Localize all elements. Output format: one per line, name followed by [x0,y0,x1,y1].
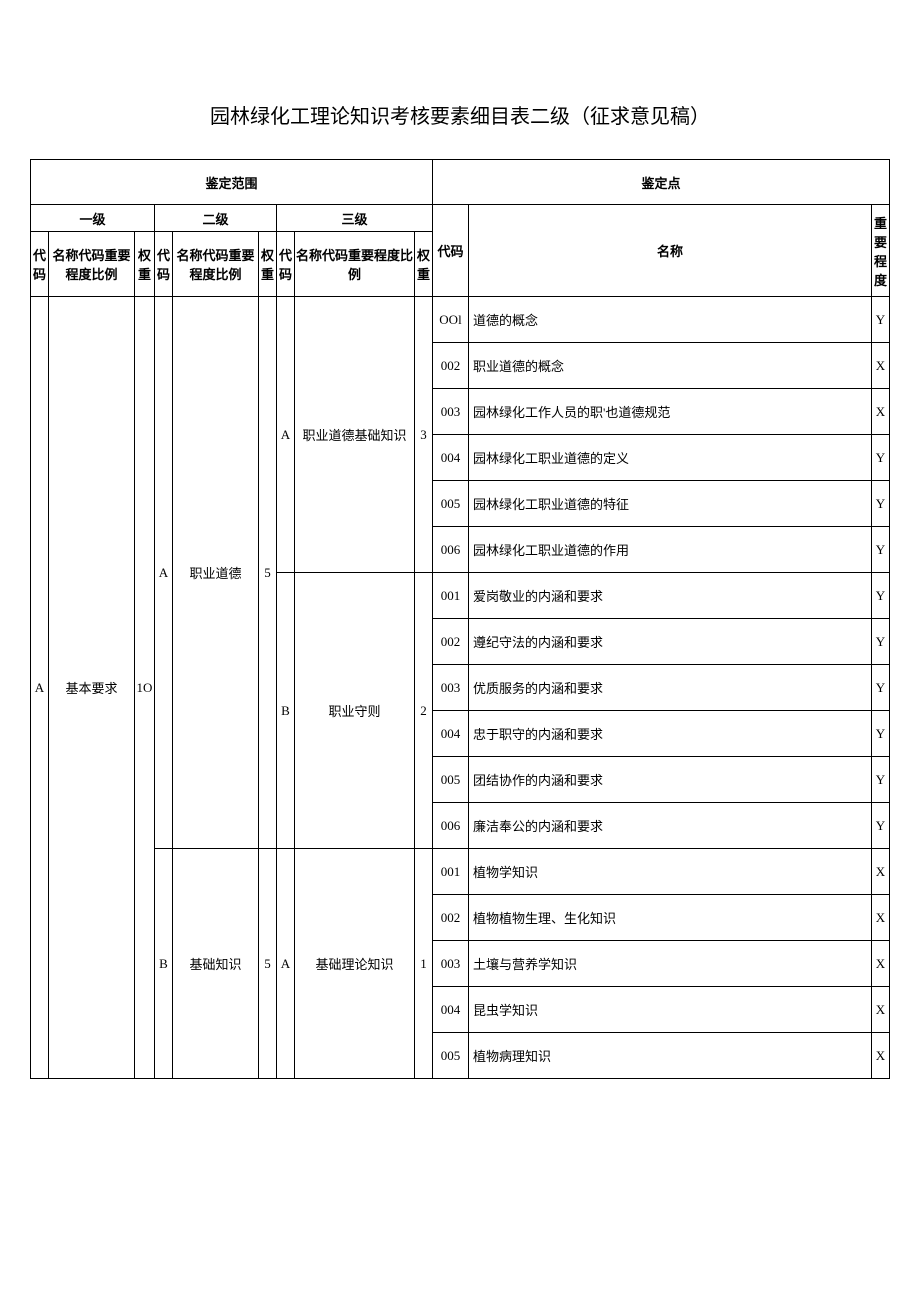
point-importance: Y [871,803,889,849]
point-importance: X [871,987,889,1033]
point-code: 006 [433,803,469,849]
table-row: B 基础知识 5 A 基础理论知识 1 001 植物学知识 X [31,849,890,895]
point-importance: X [871,1033,889,1079]
point-name: 土壤与营养学知识 [469,941,872,987]
header-scope: 鉴定范围 [31,160,433,205]
header-l1-name: 名称代码重要程度比例 [49,232,135,297]
point-importance: X [871,941,889,987]
point-code: 001 [433,573,469,619]
l2-code: A [155,297,173,849]
point-name: 忠于职守的内涵和要求 [469,711,872,757]
point-importance: X [871,895,889,941]
point-importance: Y [871,435,889,481]
point-code: 002 [433,619,469,665]
l3-weight: 3 [415,297,433,573]
point-name: 植物植物生理、生化知识 [469,895,872,941]
table-row: A 基本要求 1O A 职业道德 5 A 职业道德基础知识 3 OOl 道德的概… [31,297,890,343]
l3-name: 职业守则 [295,573,415,849]
point-name: 道德的概念 [469,297,872,343]
point-name: 园林绿化工职业道德的特征 [469,481,872,527]
point-name: 廉洁奉公的内涵和要求 [469,803,872,849]
point-importance: X [871,849,889,895]
point-code: 002 [433,343,469,389]
point-code: 004 [433,711,469,757]
point-code: 001 [433,849,469,895]
point-name: 职业道德的概念 [469,343,872,389]
point-code: 003 [433,941,469,987]
page-title: 园林绿化工理论知识考核要素细目表二级（征求意见稿） [30,100,890,129]
l3-weight: 1 [415,849,433,1079]
point-code: 004 [433,987,469,1033]
point-importance: Y [871,665,889,711]
point-name: 植物病理知识 [469,1033,872,1079]
point-importance: X [871,343,889,389]
point-code: 006 [433,527,469,573]
point-name: 优质服务的内涵和要求 [469,665,872,711]
header-l1-weight: 权重 [135,232,155,297]
header-l3-name: 名称代码重要程度比例 [295,232,415,297]
point-name: 园林绿化工作人员的职'也道德规范 [469,389,872,435]
point-importance: Y [871,619,889,665]
l2-weight: 5 [259,849,277,1079]
l2-code: B [155,849,173,1079]
point-importance: Y [871,527,889,573]
point-importance: X [871,389,889,435]
l3-code: B [277,573,295,849]
point-name: 植物学知识 [469,849,872,895]
header-point-name: 名称 [469,205,872,297]
l2-weight: 5 [259,297,277,849]
l1-name: 基本要求 [49,297,135,1079]
l2-name: 职业道德 [173,297,259,849]
header-l2-weight: 权重 [259,232,277,297]
point-code: 003 [433,389,469,435]
point-name: 昆虫学知识 [469,987,872,1033]
point-code: 003 [433,665,469,711]
point-code: OOl [433,297,469,343]
header-l2-name: 名称代码重要程度比例 [173,232,259,297]
l3-code: A [277,849,295,1079]
header-point-code: 代码 [433,205,469,297]
point-name: 爱岗敬业的内涵和要求 [469,573,872,619]
l3-name: 基础理论知识 [295,849,415,1079]
l3-code: A [277,297,295,573]
point-name: 园林绿化工职业道德的定义 [469,435,872,481]
header-l3-weight: 权重 [415,232,433,297]
point-importance: Y [871,573,889,619]
header-l1-code: 代码 [31,232,49,297]
point-name: 团结协作的内涵和要求 [469,757,872,803]
point-importance: Y [871,757,889,803]
l1-code: A [31,297,49,1079]
point-importance: Y [871,481,889,527]
point-importance: Y [871,297,889,343]
point-code: 004 [433,435,469,481]
header-lvl3: 三级 [277,205,433,232]
l3-name: 职业道德基础知识 [295,297,415,573]
l3-weight: 2 [415,573,433,849]
header-l2-code: 代码 [155,232,173,297]
point-code: 005 [433,1033,469,1079]
header-lvl1: 一级 [31,205,155,232]
point-code: 005 [433,481,469,527]
header-importance: 重要程度 [871,205,889,297]
l1-weight: 1O [135,297,155,1079]
header-l3-code: 代码 [277,232,295,297]
assessment-table: 鉴定范围 鉴定点 一级 二级 三级 代码 名称 重要程度 代码 名称代码重要程度… [30,159,890,1079]
point-name: 园林绿化工职业道德的作用 [469,527,872,573]
point-code: 005 [433,757,469,803]
point-importance: Y [871,711,889,757]
point-name: 遵纪守法的内涵和要求 [469,619,872,665]
header-lvl2: 二级 [155,205,277,232]
point-code: 002 [433,895,469,941]
header-point: 鉴定点 [433,160,890,205]
l2-name: 基础知识 [173,849,259,1079]
